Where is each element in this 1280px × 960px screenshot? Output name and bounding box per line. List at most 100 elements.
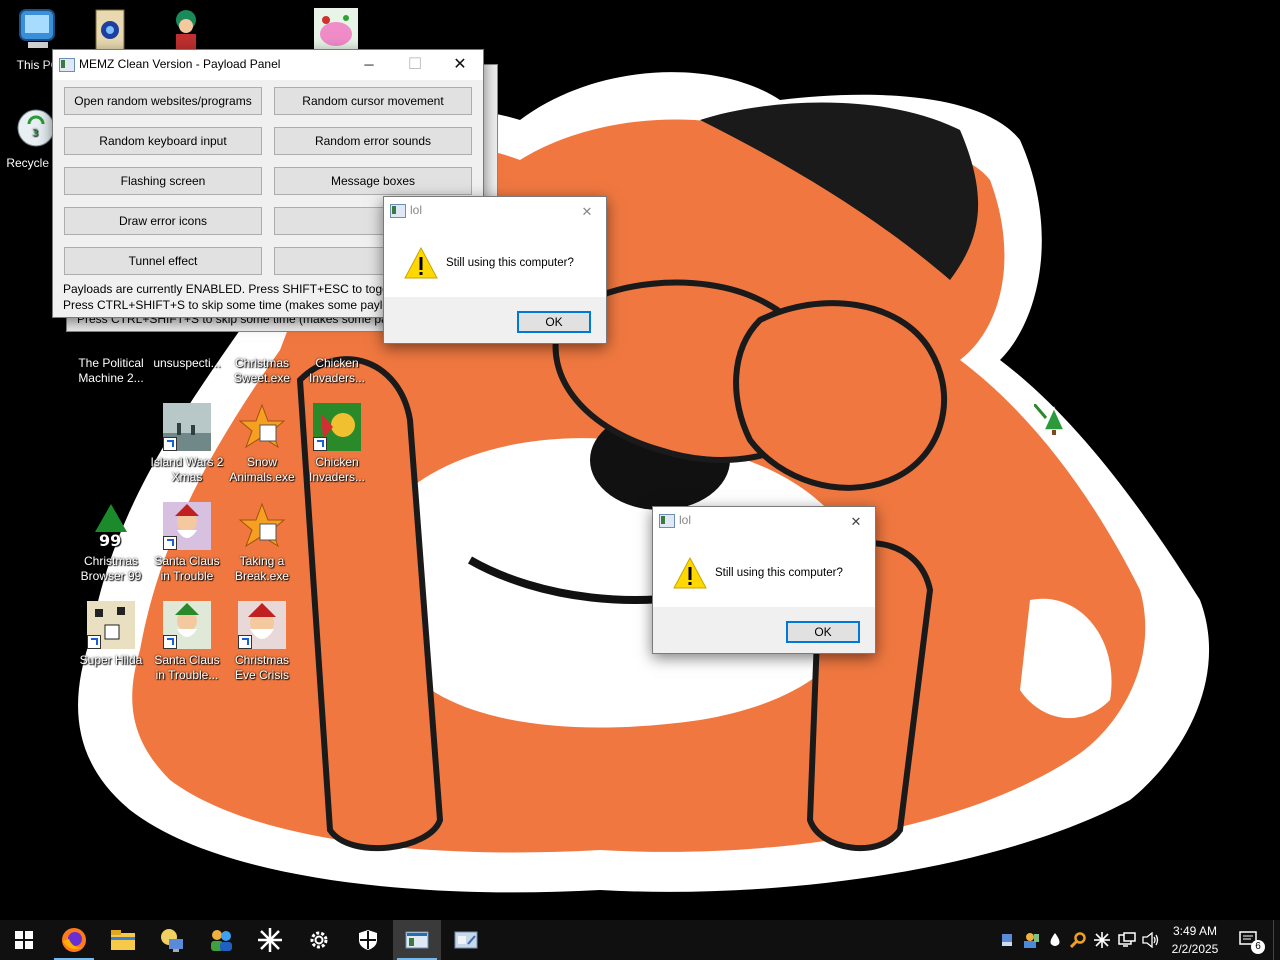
desktop-icon-label: Taking a Break.exe [234, 554, 290, 583]
taskbar-people[interactable] [197, 920, 245, 960]
start-button[interactable] [0, 920, 48, 960]
shortcut-arrow-icon [163, 635, 177, 649]
shortcut-arrow-icon [163, 536, 177, 550]
payload-button-draw-error-icons[interactable]: Draw error icons [64, 207, 262, 235]
firefox-icon [62, 928, 86, 952]
ok-button[interactable]: OK [786, 621, 860, 643]
taskbar-memz-window[interactable] [393, 920, 441, 960]
tray-network[interactable] [1116, 920, 1138, 960]
taskbar-firefox[interactable] [50, 920, 98, 960]
tray-drop[interactable] [1046, 920, 1064, 960]
warning-icon [673, 557, 707, 589]
search-icon [1070, 932, 1086, 948]
close-button[interactable]: ✕ [568, 197, 606, 227]
payload-button-error-sounds[interactable]: Random error sounds [274, 127, 472, 155]
payload-panel-titlebar[interactable]: MEMZ Clean Version - Payload Panel ─ ☐ ✕ [53, 50, 483, 80]
payload-button-cursor-movement[interactable]: Random cursor movement [274, 87, 472, 115]
message-box-footer: OK [384, 301, 606, 343]
maximize-button[interactable]: ☐ [392, 50, 438, 80]
message-box-titlebar[interactable]: lol ✕ [384, 197, 606, 227]
desktop-icon-label: Santa Claus in Trouble... [154, 653, 220, 682]
desktop-icon-label: The Political Machine 2... [78, 356, 144, 385]
tray-search[interactable] [1068, 920, 1088, 960]
message-box-1[interactable]: lol ✕ Still using this computer? OK [383, 196, 607, 344]
pig-icon [312, 6, 360, 54]
shortcut-arrow-icon [238, 635, 252, 649]
show-desktop-strip[interactable] [1273, 920, 1280, 960]
desktop-icon-unsuspecting[interactable]: unsuspecti... [149, 356, 225, 371]
desktop-icon-santa-claus-trouble[interactable]: Santa Claus in Trouble [149, 502, 225, 584]
desktop-icon-super-hilda[interactable]: Super Hilda [73, 601, 149, 668]
desktop-icon-label: Christmas Browser 99 [80, 554, 142, 583]
message-box-titlebar[interactable]: lol ✕ [653, 507, 875, 537]
taskbar-asterisk-app[interactable] [246, 920, 294, 960]
desktop-icon-island-wars[interactable]: Island Wars 2 Xmas [149, 403, 225, 485]
window-icon [405, 931, 429, 949]
ok-button[interactable]: OK [517, 311, 591, 333]
taskbar-file-explorer[interactable] [99, 920, 147, 960]
taking-break-icon [238, 502, 286, 550]
desktop-icon-chicken-invaders-1[interactable]: Chicken Invaders... [299, 356, 375, 386]
payload-button-open-websites[interactable]: Open random websites/programs [64, 87, 262, 115]
message-box-title: lol [410, 203, 423, 217]
app-icon [659, 514, 675, 528]
shortcut-arrow-icon [163, 437, 177, 451]
storage-icon [1002, 934, 1012, 946]
app-icon [59, 58, 75, 72]
desktop-icon-taking-a-break[interactable]: Taking a Break.exe [224, 502, 300, 584]
desktop-icon-label: Christmas Sweet.exe [233, 356, 291, 385]
payload-button-tunnel-effect[interactable]: Tunnel effect [64, 247, 262, 275]
computer-icon [14, 6, 62, 54]
close-button[interactable]: ✕ [837, 507, 875, 537]
app-icon [390, 204, 406, 218]
santa-icon [163, 601, 211, 649]
game-character-icon [162, 6, 210, 54]
taskbar-control-panel[interactable] [442, 920, 490, 960]
desktop-icon-label: Snow Animals.exe [229, 455, 295, 484]
desktop-icon-christmas-sweet[interactable]: Christmas Sweet.exe [224, 356, 300, 386]
message-box-body: Still using this computer? [653, 537, 875, 607]
tray-volume[interactable] [1140, 920, 1162, 960]
desktop-icon-santa-claus-trouble-2[interactable]: Santa Claus in Trouble... [149, 601, 225, 683]
desktop-icon-label: unsuspecti... [153, 356, 221, 370]
control-panel-icon [454, 931, 478, 949]
desktop-icon-chicken-invaders-2[interactable]: Chicken Invaders... [299, 403, 375, 485]
payload-button-flashing-screen[interactable]: Flashing screen [64, 167, 262, 195]
payload-button-keyboard-input[interactable]: Random keyboard input [64, 127, 262, 155]
notification-count-badge: 6 [1251, 940, 1265, 954]
taskbar-security[interactable] [344, 920, 392, 960]
tray-asterisk[interactable] [1092, 920, 1112, 960]
windows-start-icon [15, 931, 33, 949]
super-hilda-icon [87, 601, 135, 649]
desktop-icon-label: Christmas Eve Crisis [234, 653, 289, 682]
desktop-icon-label: Chicken Invaders... [308, 455, 366, 484]
payload-button-message-boxes[interactable]: Message boxes [274, 167, 472, 195]
tray-network-user[interactable] [1020, 920, 1042, 960]
taskbar-app-globe[interactable] [148, 920, 196, 960]
speaker-icon [1142, 932, 1159, 948]
taskbar-clock[interactable]: 3:49 AM 2/2/2025 [1160, 922, 1230, 958]
action-center-button[interactable]: 6 [1234, 920, 1265, 960]
svg-text:3: 3 [32, 128, 38, 139]
island-wars-icon [163, 403, 211, 451]
tray-storage[interactable] [998, 920, 1016, 960]
message-box-body: Still using this computer? [384, 227, 606, 297]
taskbar: 3:49 AM 2/2/2025 6 [0, 920, 1280, 960]
desktop-icon-political-machine[interactable]: The Political Machine 2... [73, 356, 149, 386]
minimize-button[interactable]: ─ [346, 50, 392, 80]
message-box-title: lol [679, 513, 692, 527]
desktop-icon-snow-animals[interactable]: Snow Animals.exe [224, 403, 300, 485]
cursor-tree-icon [1034, 404, 1066, 435]
svg-text:99: 99 [99, 531, 121, 550]
shortcut-arrow-icon [313, 437, 327, 451]
message-box-footer: OK [653, 611, 875, 653]
desktop-icon-christmas-eve-crisis[interactable]: Christmas Eve Crisis [224, 601, 300, 683]
message-box-2[interactable]: lol ✕ Still using this computer? OK [652, 506, 876, 654]
gear-icon [310, 931, 328, 949]
asterisk-icon [258, 928, 282, 952]
asterisk-icon [1094, 932, 1110, 948]
folder-icon [111, 930, 135, 950]
taskbar-settings[interactable] [295, 920, 343, 960]
close-button[interactable]: ✕ [437, 50, 483, 80]
desktop-icon-christmas-browser[interactable]: 99 Christmas Browser 99 [73, 502, 149, 584]
